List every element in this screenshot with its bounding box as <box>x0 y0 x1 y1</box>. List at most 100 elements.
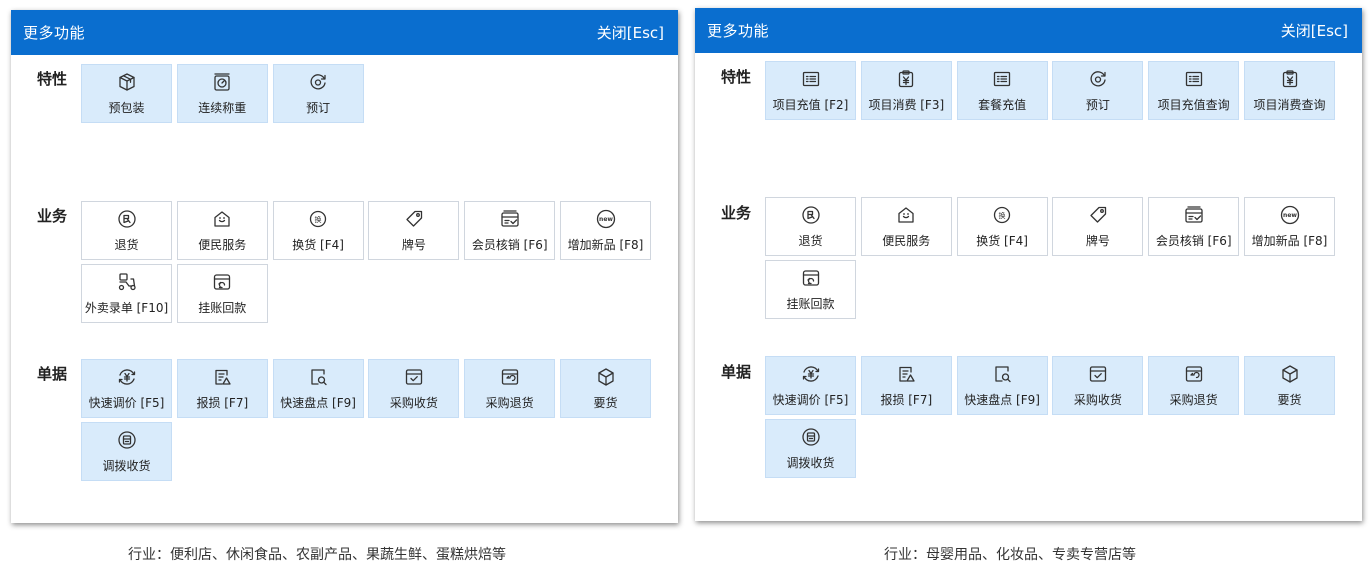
function-tile-label: 调拨收货 <box>786 455 835 470</box>
close-button[interactable]: 关闭[Esc] <box>1281 20 1348 41</box>
function-tile-label: 预订 <box>306 101 331 115</box>
function-tile-label: 采购退货 <box>1169 393 1218 407</box>
function-tile-label: 项目消费 [F3] <box>868 98 945 112</box>
function-tile-label: 牌号 <box>401 238 426 252</box>
list-icon <box>800 68 822 90</box>
caption-left: 行业：便利店、休闲食品、农副产品、果蔬生鲜、蛋糕烘焙等 <box>128 547 506 563</box>
transfer-receive-icon <box>116 429 138 451</box>
section-label-features: 特性 <box>721 68 752 86</box>
function-tile-label: 增加新品 [F8] <box>1251 234 1328 248</box>
function-tile[interactable]: 要货 <box>1244 356 1335 415</box>
new-badge-icon: new <box>595 208 617 230</box>
function-tile[interactable]: 采购收货 <box>368 359 460 418</box>
inventory-icon <box>991 363 1013 385</box>
function-tile[interactable]: 换换货 [F4] <box>956 197 1048 256</box>
function-tile[interactable]: 套餐充值 <box>956 61 1048 120</box>
function-tile[interactable]: 快速盘点 [F9] <box>272 359 364 418</box>
function-tile-label: 挂账回款 <box>786 296 835 311</box>
function-tile-label: 外卖录单 [F10] <box>84 300 169 315</box>
function-tile-label: 快速调价 [F5] <box>772 393 849 407</box>
function-tile-label: 采购退货 <box>485 396 534 410</box>
function-tile[interactable]: 牌号 <box>1052 197 1144 256</box>
function-tile[interactable]: new 增加新品 [F8] <box>560 201 651 260</box>
list-icon <box>1183 68 1205 90</box>
function-tile[interactable]: 项目消费 [F3] <box>860 61 952 120</box>
function-tile-label: 调拨收货 <box>102 458 151 473</box>
function-tile[interactable]: 预包装 <box>81 64 172 123</box>
function-tile[interactable]: 项目充值 [F2] <box>765 61 856 120</box>
verify-card-icon <box>1183 204 1205 226</box>
function-tile[interactable]: 便民服务 <box>176 201 268 260</box>
house-icon <box>895 204 917 226</box>
function-tile[interactable]: 退货 <box>81 201 172 260</box>
section-label-business: 业务 <box>721 204 752 222</box>
function-tile[interactable]: 快速调价 [F5] <box>81 359 172 418</box>
purchase-receive-icon <box>403 366 425 388</box>
tag-icon <box>403 208 425 230</box>
function-tile[interactable]: 报损 [F7] <box>176 359 268 418</box>
caption-right: 行业：母婴用品、化妆品、专卖专营店等 <box>884 547 1136 563</box>
function-tile-label: 预订 <box>1085 98 1110 112</box>
reserve-icon <box>307 71 329 93</box>
function-tile-label: 换货 [F4] <box>976 234 1028 248</box>
function-tile[interactable]: 调拨收货 <box>765 418 856 478</box>
function-tile-label: 换货 [F4] <box>292 238 344 252</box>
package-icon <box>116 71 138 93</box>
function-tile[interactable]: 便民服务 <box>860 197 952 256</box>
function-tile-label: 便民服务 <box>882 234 931 248</box>
exchange-icon: 换 <box>991 204 1013 226</box>
exchange-icon: 换 <box>307 208 329 230</box>
close-button[interactable]: 关闭[Esc] <box>597 22 664 43</box>
function-tile-label: 会员核销 [F6] <box>1155 234 1232 248</box>
function-tile[interactable]: 会员核销 [F6] <box>1148 197 1240 256</box>
function-tile[interactable]: 报损 [F7] <box>860 356 952 415</box>
function-tile[interactable]: 预订 <box>1052 61 1144 120</box>
function-tile[interactable]: 外卖录单 [F10] <box>81 263 172 323</box>
dialog-header: 更多功能 关闭[Esc] <box>11 10 678 55</box>
function-tile[interactable]: 换换货 [F4] <box>272 201 364 260</box>
function-tile[interactable]: 快速调价 [F5] <box>765 356 856 415</box>
function-tile-label: 退货 <box>798 234 823 248</box>
function-tile-label: 采购收货 <box>389 396 438 410</box>
function-tile-label: 快速调价 [F5] <box>88 396 165 410</box>
damage-report-icon <box>895 363 917 385</box>
function-tile[interactable]: 采购退货 <box>1148 356 1240 415</box>
function-tile[interactable]: 项目充值查询 <box>1148 61 1240 120</box>
function-tile[interactable]: 采购收货 <box>1052 356 1144 415</box>
function-tile[interactable]: new 增加新品 [F8] <box>1244 197 1335 256</box>
section-label-documents: 单据 <box>37 365 68 383</box>
yuan-clipboard-icon <box>1279 68 1301 90</box>
svg-text:new: new <box>599 216 613 223</box>
function-tile-label: 要货 <box>593 396 618 410</box>
function-tile[interactable]: 会员核销 [F6] <box>464 201 556 260</box>
svg-text:换: 换 <box>315 215 322 224</box>
more-functions-dialog-left: 更多功能 关闭[Esc] 特性 预包装 连续称重 预订 业务 退货 便民服务 换换货 [… <box>11 10 678 523</box>
scooter-icon <box>116 271 138 293</box>
function-tile[interactable]: 挂账回款 <box>176 263 268 323</box>
function-tile[interactable]: 挂账回款 <box>765 259 856 319</box>
function-tile[interactable]: 要货 <box>560 359 651 418</box>
house-icon <box>211 208 233 230</box>
function-tile-label: 项目消费查询 <box>1253 98 1326 112</box>
function-tile[interactable]: 采购退货 <box>464 359 556 418</box>
function-tile-label: 会员核销 [F6] <box>471 238 548 252</box>
tag-icon <box>1087 204 1109 226</box>
function-tile[interactable]: 连续称重 <box>176 64 268 123</box>
function-tile[interactable]: 牌号 <box>368 201 460 260</box>
function-tile-label: 预包装 <box>108 101 145 115</box>
price-adjust-icon <box>800 363 822 385</box>
purchase-return-icon <box>1183 363 1205 385</box>
section-label-business: 业务 <box>37 207 68 225</box>
dialog-title: 更多功能 <box>23 24 86 42</box>
purchase-return-icon <box>499 366 521 388</box>
function-tile-label: 套餐充值 <box>978 98 1027 112</box>
function-tile-label: 连续称重 <box>198 101 247 115</box>
function-tile[interactable]: 预订 <box>272 64 364 123</box>
return-icon <box>116 208 138 230</box>
function-tile[interactable]: 退货 <box>765 197 856 256</box>
inventory-icon <box>307 366 329 388</box>
function-tile[interactable]: 调拨收货 <box>81 421 172 481</box>
function-tile[interactable]: 项目消费查询 <box>1244 61 1335 120</box>
function-tile-label: 采购收货 <box>1073 393 1122 407</box>
function-tile[interactable]: 快速盘点 [F9] <box>956 356 1048 415</box>
